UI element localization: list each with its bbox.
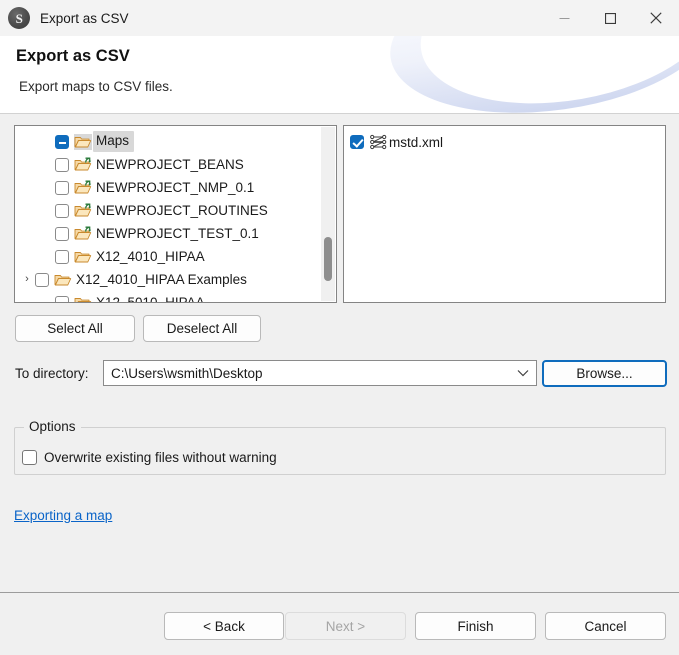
- folder-open-icon: [74, 134, 92, 150]
- map-file-icon: [369, 134, 388, 150]
- tree-item-label: NEWPROJECT_TEST_0.1: [96, 227, 259, 241]
- tree-item-label: X12_5010_HIPAA: [96, 296, 205, 303]
- browse-button[interactable]: Browse...: [542, 360, 667, 387]
- finish-button[interactable]: Finish: [415, 612, 536, 640]
- tree-twisty-spacer: [19, 157, 35, 173]
- maps-file-list-items: mstd.xml: [344, 131, 665, 153]
- tree-twisty-spacer: [19, 180, 35, 196]
- overwrite-option-row[interactable]: Overwrite existing files without warning: [22, 450, 277, 465]
- tree-row[interactable]: NEWPROJECT_BEANS: [15, 153, 322, 176]
- minimize-icon[interactable]: [541, 0, 587, 36]
- maps-file-list[interactable]: mstd.xml: [343, 125, 666, 303]
- tree-item-label: X12_4010_HIPAA Examples: [76, 273, 247, 287]
- tree-row[interactable]: NEWPROJECT_NMP_0.1: [15, 176, 322, 199]
- tree-item-label: NEWPROJECT_ROUTINES: [96, 204, 268, 218]
- to-directory-combobox[interactable]: C:\Users\wsmith\Desktop: [103, 360, 537, 386]
- chevron-down-icon[interactable]: [510, 369, 536, 377]
- next-button: Next >: [285, 612, 406, 640]
- projects-tree-list: Maps NEWPROJECT_BEANS NEWPROJECT_NMP_0.1 NE…: [15, 126, 322, 303]
- tree-row[interactable]: X12_4010_HIPAA: [15, 245, 322, 268]
- tree-item-label: X12_4010_HIPAA: [96, 250, 205, 264]
- tree-twisty-spacer: [19, 203, 35, 219]
- overwrite-label: Overwrite existing files without warning: [44, 450, 277, 465]
- footer-divider: [0, 592, 679, 593]
- folder-shared-icon: [74, 157, 92, 173]
- tree-item-checkbox[interactable]: [55, 250, 69, 264]
- title-bar: S Export as CSV: [0, 0, 679, 36]
- header-divider: [0, 113, 679, 114]
- to-directory-value[interactable]: C:\Users\wsmith\Desktop: [104, 366, 510, 381]
- tree-item-label: NEWPROJECT_NMP_0.1: [96, 181, 254, 195]
- exporting-a-map-link[interactable]: Exporting a map: [14, 508, 112, 523]
- dialog-header: Export as CSV Export maps to CSV files.: [0, 36, 679, 114]
- page-subtitle: Export maps to CSV files.: [19, 79, 173, 94]
- tree-twisty-spacer: [19, 134, 35, 150]
- file-item-checkbox[interactable]: [350, 135, 364, 149]
- tree-item-checkbox[interactable]: [55, 204, 69, 218]
- cancel-button[interactable]: Cancel: [545, 612, 666, 640]
- projects-tree[interactable]: Maps NEWPROJECT_BEANS NEWPROJECT_NMP_0.1 NE…: [14, 125, 337, 303]
- list-item[interactable]: mstd.xml: [344, 131, 665, 153]
- tree-row[interactable]: NEWPROJECT_ROUTINES: [15, 199, 322, 222]
- vertical-scrollbar[interactable]: [321, 127, 335, 301]
- tree-item-label: Maps: [93, 131, 134, 152]
- maximize-icon[interactable]: [587, 0, 633, 36]
- tree-row[interactable]: › X12_4010_HIPAA Examples: [15, 268, 322, 291]
- scrollbar-thumb[interactable]: [324, 237, 332, 281]
- app-logo-icon: S: [8, 7, 30, 29]
- options-group-title: Options: [24, 419, 81, 434]
- tree-item-label: NEWPROJECT_BEANS: [96, 158, 244, 172]
- window-controls: [541, 0, 679, 36]
- file-item-label: mstd.xml: [389, 135, 443, 150]
- tree-row[interactable]: NEWPROJECT_TEST_0.1: [15, 222, 322, 245]
- folder-shared-icon: [74, 226, 92, 242]
- tree-item-checkbox[interactable]: [35, 273, 49, 287]
- page-title: Export as CSV: [16, 47, 130, 66]
- tree-item-checkbox[interactable]: [55, 227, 69, 241]
- tree-item-checkbox[interactable]: [55, 158, 69, 172]
- select-all-button[interactable]: Select All: [15, 315, 135, 342]
- tree-item-checkbox[interactable]: [55, 296, 69, 304]
- overwrite-checkbox[interactable]: [22, 450, 37, 465]
- deselect-all-button[interactable]: Deselect All: [143, 315, 261, 342]
- tree-item-checkbox[interactable]: [55, 181, 69, 195]
- folder-open-icon: [74, 249, 92, 265]
- tree-twisty-spacer: [19, 249, 35, 265]
- folder-open-icon: [54, 272, 72, 288]
- back-button[interactable]: < Back: [164, 612, 284, 640]
- folder-open-icon: [74, 295, 92, 304]
- tree-item-checkbox[interactable]: [55, 135, 69, 149]
- window-title: Export as CSV: [40, 11, 129, 26]
- export-as-csv-dialog: S Export as CSV Export as CSV Export map…: [0, 0, 679, 655]
- tree-twisty-spacer: [19, 226, 35, 242]
- tree-twisty-spacer: [19, 295, 35, 304]
- close-icon[interactable]: [633, 0, 679, 36]
- chevron-right-icon[interactable]: ›: [19, 272, 35, 288]
- tree-row[interactable]: X12_5010_HIPAA: [15, 291, 322, 303]
- tree-row[interactable]: Maps: [15, 130, 322, 153]
- folder-shared-icon: [74, 180, 92, 196]
- to-directory-label: To directory:: [15, 366, 89, 381]
- folder-shared-icon: [74, 203, 92, 219]
